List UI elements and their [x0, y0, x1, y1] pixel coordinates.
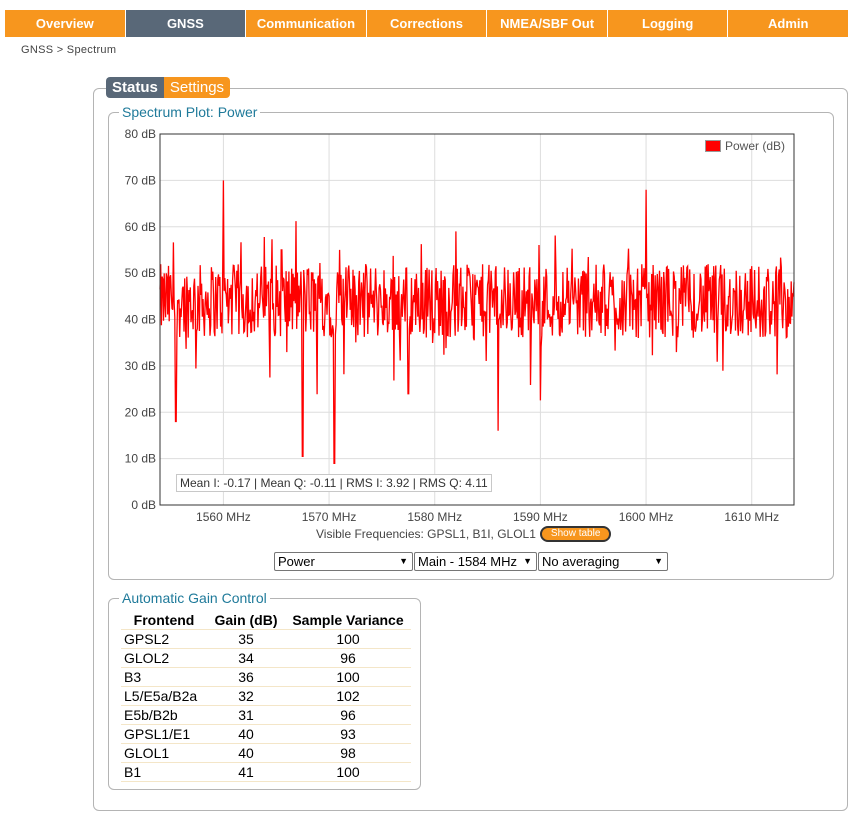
agc-gain: 36 [207, 667, 285, 687]
agc-frontend: B3 [121, 667, 207, 687]
mode-select-value: Power [278, 554, 315, 569]
y-tick-label: 40 dB [125, 313, 156, 327]
legend-label-power: Power (dB) [725, 139, 786, 153]
top-nav: Overview GNSS Communication Corrections … [5, 10, 849, 37]
agc-gain: 40 [207, 724, 285, 744]
agc-variance: 93 [285, 724, 411, 744]
nav-tab-overview[interactable]: Overview [5, 10, 126, 37]
agc-variance: 98 [285, 743, 411, 763]
mode-select[interactable]: Power ▼ [274, 552, 413, 571]
agc-variance: 100 [285, 629, 411, 649]
spectrum-plot-title: Spectrum Plot: Power [119, 104, 261, 120]
agc-gain: 35 [207, 629, 285, 649]
tab-settings[interactable]: Settings [163, 77, 231, 98]
agc-variance: 96 [285, 705, 411, 725]
agc-gain: 32 [207, 686, 285, 706]
agc-variance: 102 [285, 686, 411, 706]
agc-table: Frontend Gain (dB) Sample Variance GPSL2… [121, 610, 411, 782]
x-tick-label: 1580 MHz [407, 510, 462, 524]
nav-tab-admin[interactable]: Admin [728, 10, 849, 37]
agc-variance: 96 [285, 648, 411, 668]
show-table-button[interactable]: Show table [539, 526, 612, 542]
agc-title: Automatic Gain Control [119, 590, 270, 606]
iq-stats: Mean I: -0.17 | Mean Q: -0.11 | RMS I: 3… [176, 474, 492, 492]
nav-tab-corrections[interactable]: Corrections [366, 10, 488, 37]
sub-tabs: Status Settings [106, 77, 231, 98]
averaging-select-value: No averaging [542, 554, 620, 569]
agc-gain: 34 [207, 648, 285, 668]
table-row: GPSL1/E1 40 93 [121, 724, 411, 744]
band-select[interactable]: Main - 1584 MHz ▼ [414, 552, 537, 571]
band-select-value: Main - 1584 MHz [418, 554, 517, 569]
y-tick-label: 60 dB [125, 220, 156, 234]
tab-status[interactable]: Status [106, 77, 164, 98]
table-row: GLOL2 34 96 [121, 648, 411, 668]
table-row: B1 41 100 [121, 762, 411, 782]
legend-swatch-power [705, 140, 721, 152]
spectrum-chart: 0 dB 10 dB 20 dB 30 dB 40 dB 50 dB 60 dB 70 dB 8… [125, 127, 795, 524]
nav-tab-communication[interactable]: Communication [246, 10, 367, 37]
y-tick-label: 50 dB [125, 266, 156, 280]
agc-frontend: GPSL1/E1 [121, 724, 207, 744]
x-tick-label: 1570 MHz [302, 510, 357, 524]
nav-tab-gnss[interactable]: GNSS [125, 10, 247, 37]
agc-frontend: E5b/B2b [121, 705, 207, 725]
averaging-select[interactable]: No averaging ▼ [538, 552, 668, 571]
y-tick-label: 80 dB [125, 127, 156, 141]
visible-frequencies-text: Visible Frequencies: GPSL1, B1I, GLOL1 [316, 527, 536, 541]
y-tick-label: 20 dB [125, 405, 156, 419]
chevron-down-icon: ▼ [399, 556, 408, 566]
agc-frontend: L5/E5a/B2a [121, 686, 207, 706]
y-tick-label: 30 dB [125, 359, 156, 373]
agc-header-gain: Gain (dB) [207, 610, 285, 630]
agc-gain: 41 [207, 762, 285, 782]
breadcrumb: GNSS > Spectrum [21, 44, 117, 56]
y-tick-label: 70 dB [125, 173, 156, 187]
agc-header-variance: Sample Variance [285, 610, 411, 630]
agc-header-row: Frontend Gain (dB) Sample Variance [121, 610, 411, 630]
agc-frontend: GLOL1 [121, 743, 207, 763]
agc-frontend: GLOL2 [121, 648, 207, 668]
visible-frequencies: Visible Frequencies: GPSL1, B1I, GLOL1 S… [316, 526, 612, 542]
agc-variance: 100 [285, 762, 411, 782]
agc-frontend: GPSL2 [121, 629, 207, 649]
x-tick-label: 1590 MHz [513, 510, 568, 524]
table-row: GPSL2 35 100 [121, 629, 411, 649]
table-row: E5b/B2b 31 96 [121, 705, 411, 725]
x-tick-label: 1600 MHz [619, 510, 674, 524]
chart-legend: Power (dB) [705, 139, 785, 153]
series-line-power [159, 180, 795, 464]
nav-tab-logging[interactable]: Logging [607, 10, 729, 37]
nav-tab-nmea-sbf-out[interactable]: NMEA/SBF Out [487, 10, 608, 37]
agc-frontend: B1 [121, 762, 207, 782]
x-tick-label: 1560 MHz [196, 510, 251, 524]
table-row: B3 36 100 [121, 667, 411, 687]
table-row: GLOL1 40 98 [121, 743, 411, 763]
chevron-down-icon: ▼ [654, 556, 663, 566]
x-tick-label: 1610 MHz [724, 510, 779, 524]
agc-gain: 40 [207, 743, 285, 763]
agc-gain: 31 [207, 705, 285, 725]
table-row: L5/E5a/B2a 32 102 [121, 686, 411, 706]
agc-header-frontend: Frontend [121, 610, 207, 630]
y-tick-label: 0 dB [131, 498, 156, 512]
plot-controls: Power ▼ Main - 1584 MHz ▼ No averaging ▼ [274, 552, 668, 571]
chevron-down-icon: ▼ [523, 556, 532, 566]
agc-variance: 100 [285, 667, 411, 687]
y-tick-label: 10 dB [125, 452, 156, 466]
